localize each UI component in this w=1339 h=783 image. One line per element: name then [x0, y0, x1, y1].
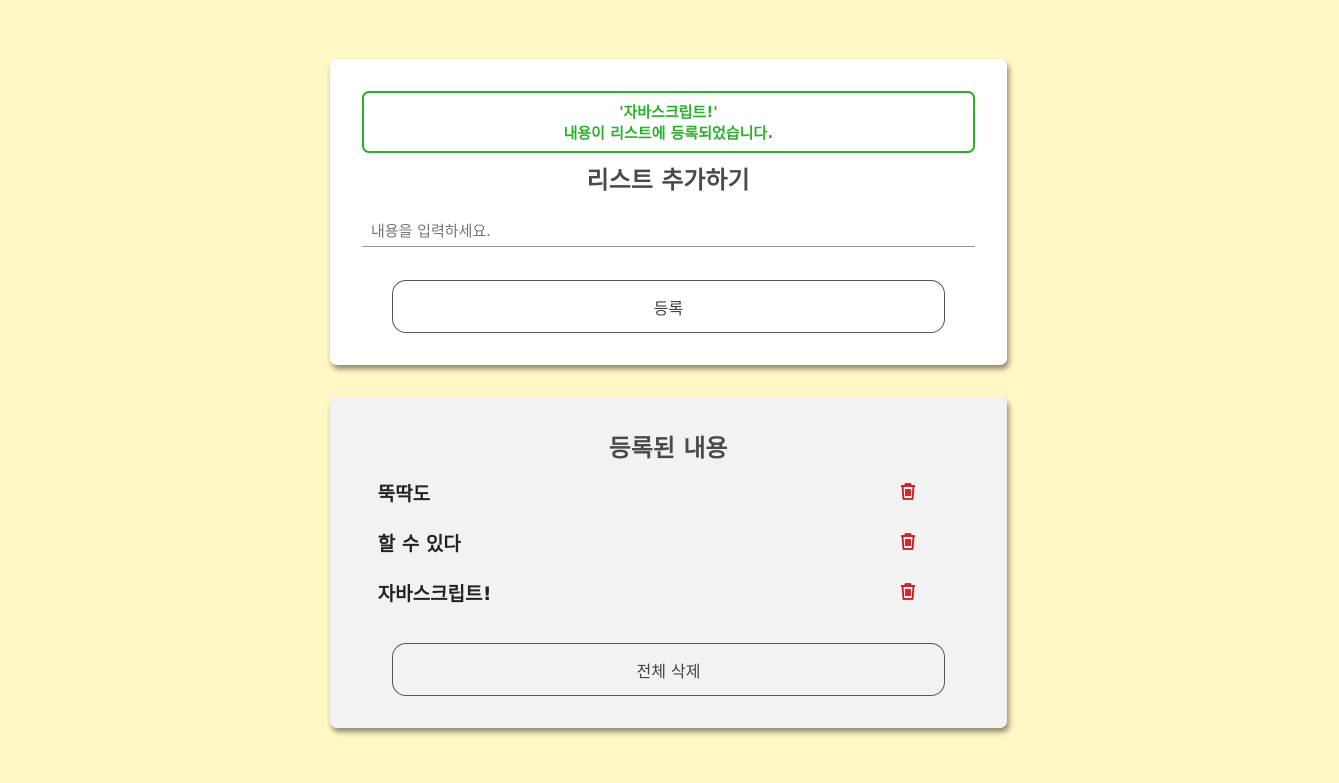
trash-icon[interactable]	[898, 581, 918, 601]
add-list-title: 리스트 추가하기	[587, 166, 750, 194]
list-item: 뚝딱도	[378, 473, 928, 523]
add-list-card: '자바스크립트!' 내용이 리스트에 등록되었습니다. 리스트 추가하기 등록	[330, 59, 1007, 365]
list-item-text: 뚝딱도	[378, 483, 431, 505]
list-item: 할 수 있다	[378, 523, 928, 573]
notice-line-1: '자바스크립트!'	[619, 103, 718, 121]
list-item: 자바스크립트!	[378, 573, 928, 623]
submit-button[interactable]: 등록	[392, 280, 945, 333]
content-input[interactable]	[362, 215, 975, 247]
trash-icon[interactable]	[898, 531, 918, 551]
list-item-text: 자바스크립트!	[378, 583, 492, 605]
delete-all-button[interactable]: 전체 삭제	[392, 643, 945, 696]
registered-list: 뚝딱도 할 수 있다 자바스크립트!	[378, 473, 928, 623]
registered-list-title: 등록된 내용	[609, 434, 728, 462]
success-notice: '자바스크립트!' 내용이 리스트에 등록되었습니다.	[362, 91, 975, 153]
list-item-text: 할 수 있다	[378, 533, 462, 555]
notice-line-2: 내용이 리스트에 등록되었습니다.	[563, 124, 774, 142]
registered-list-card: 등록된 내용 뚝딱도 할 수 있다 자바스크립트! 전체 삭제	[330, 397, 1007, 728]
trash-icon[interactable]	[898, 481, 918, 501]
